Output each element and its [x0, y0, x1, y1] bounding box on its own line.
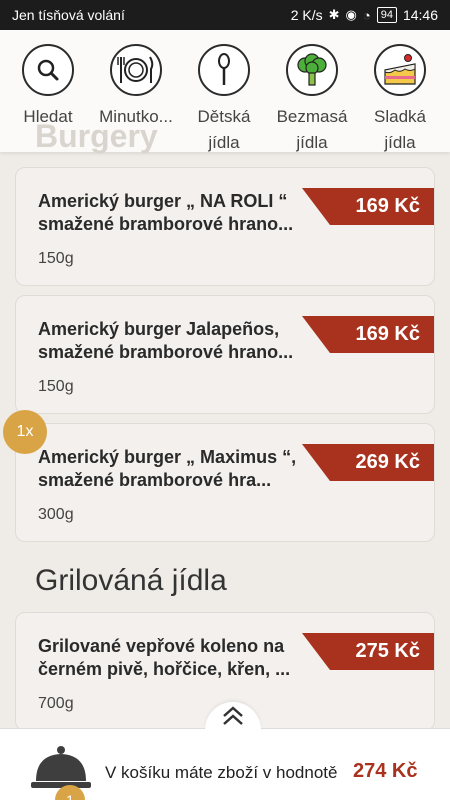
cake-icon	[374, 44, 426, 96]
category-minutky[interactable]: Minutko...	[91, 44, 181, 130]
battery-icon: 94	[376, 7, 397, 23]
item-weight: 700g	[38, 695, 74, 712]
price-tag: 269 Kč	[302, 444, 434, 481]
status-bar: Jen tísňová volání 2 K/s ✱ ◉ ◔ 94 14:46	[0, 0, 450, 30]
price-tag: 275 Kč	[302, 633, 434, 670]
bluetooth-icon: ✱	[328, 7, 340, 22]
item-weight: 150g	[38, 250, 74, 267]
item-name: Americký burger „ Maximus “, smažené bra…	[38, 447, 297, 490]
item-weight: 150g	[38, 378, 74, 395]
cart-total: 274 Kč	[353, 760, 418, 782]
category-bar: Burgery Hledat Minutko... Dětská jídla B…	[0, 30, 450, 154]
category-label: Minutko...	[99, 107, 173, 126]
category-label: Sladká jídla	[374, 107, 426, 152]
menu-item-card[interactable]: Americký burger „ NA ROLI “ smažené bram…	[15, 167, 435, 286]
menu-item-card[interactable]: Americký burger Jalapeños, smažené bramb…	[15, 295, 435, 414]
network-speed: 2 K/s	[290, 7, 323, 23]
category-sladka-jidla[interactable]: Sladká jídla	[355, 44, 445, 156]
broccoli-icon	[286, 44, 338, 96]
item-name: Grilované vepřové koleno na černém pivě,…	[38, 636, 291, 679]
carrier-text: Jen tísňová volání	[12, 7, 125, 23]
category-search[interactable]: Hledat	[3, 44, 93, 130]
double-chevron-up-icon	[223, 706, 243, 725]
item-name: Americký burger Jalapeños, smažené bramb…	[38, 319, 294, 362]
spoon-icon	[198, 44, 250, 96]
eye-icon: ◉	[345, 7, 357, 22]
clock: 14:46	[402, 7, 438, 23]
item-weight: 300g	[38, 506, 74, 523]
cart-summary-text: V košíku máte zboží v hodnotě	[105, 763, 338, 782]
item-name: Americký burger „ NA ROLI “ smažené bram…	[38, 191, 294, 234]
wifi-icon: ◔	[362, 7, 371, 23]
category-bezmasa-jidla[interactable]: Bezmasá jídla	[267, 44, 357, 156]
section-title: Grilováná jídla	[35, 564, 227, 597]
search-icon	[22, 44, 74, 96]
price-tag: 169 Kč	[302, 188, 434, 225]
plate-cutlery-icon	[110, 44, 162, 96]
category-label: Dětská jídla	[197, 107, 251, 152]
price-tag: 169 Kč	[302, 316, 434, 353]
category-detska-jidla[interactable]: Dětská jídla	[179, 44, 269, 156]
menu-item-card[interactable]: Americký burger „ Maximus “, smažené bra…	[15, 423, 435, 542]
category-label: Bezmasá jídla	[276, 107, 348, 152]
quantity-badge: 1x	[3, 410, 47, 454]
category-label: Hledat	[23, 107, 73, 126]
